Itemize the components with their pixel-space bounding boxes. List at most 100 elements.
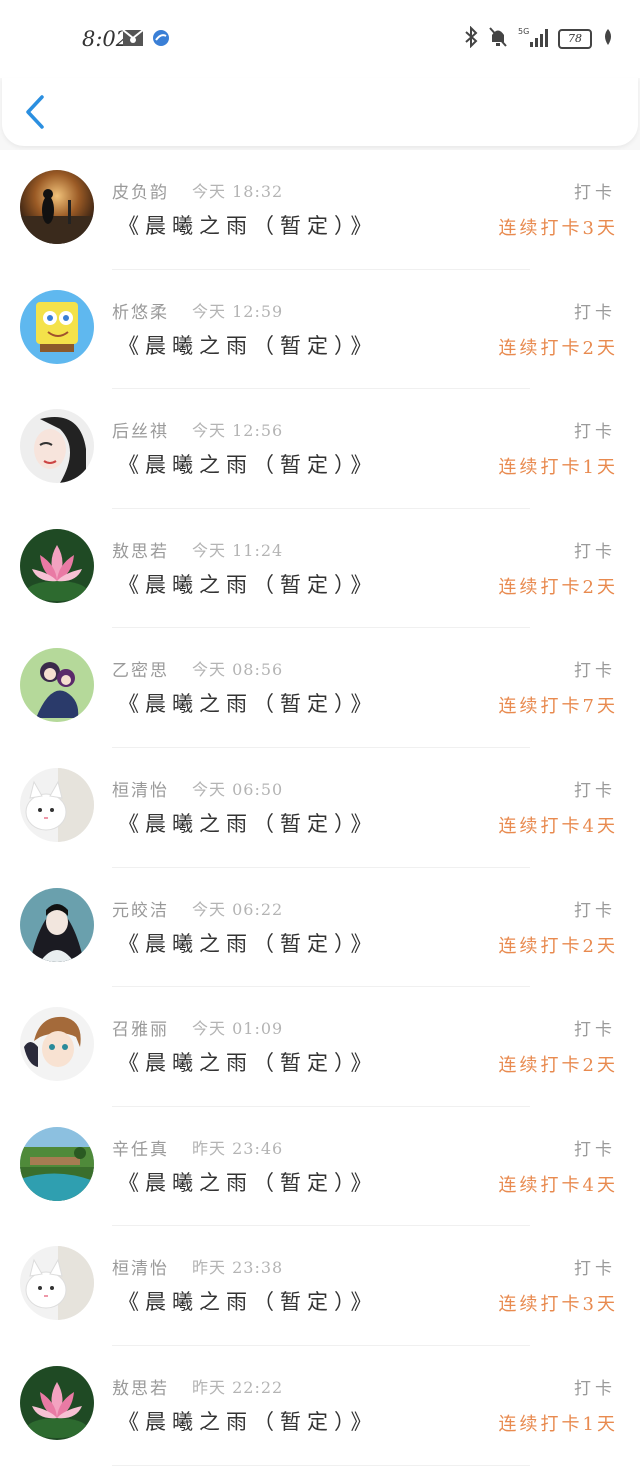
- avatar-white-cat[interactable]: [20, 767, 94, 842]
- row-divider: [112, 1464, 530, 1466]
- avatar-image: [20, 887, 94, 962]
- avatar-image: [20, 1007, 94, 1082]
- book-title: 《晨曦之雨（暂定）》: [118, 811, 378, 836]
- checkin-time: 今天 12:56: [192, 421, 284, 441]
- checkin-action-label: 打卡: [574, 1378, 616, 1399]
- checkin-action-label: 打卡: [574, 183, 616, 203]
- streak-badge: 连续打卡3天: [498, 1294, 618, 1316]
- book-title: 《晨曦之雨（暂定）》: [118, 931, 378, 956]
- user-name: 乙密思: [112, 661, 169, 682]
- bluetooth-icon: [464, 25, 478, 52]
- avatar-image: [20, 1126, 94, 1201]
- avatar-garden-landscape[interactable]: [20, 1126, 94, 1201]
- checkin-time: 今天 06:22: [192, 899, 284, 919]
- list-item[interactable]: 皮负韵 今天 18:32 《晨曦之雨（暂定）》 打卡 连续打卡3天: [0, 150, 640, 270]
- book-title: 《晨曦之雨（暂定）》: [118, 214, 378, 238]
- checkin-action-label: 打卡: [574, 422, 616, 443]
- list-item[interactable]: 桓清怡 昨天 23:38 《晨曦之雨（暂定）》 打卡 连续打卡3天: [0, 1226, 640, 1346]
- avatar-anime-couple[interactable]: [20, 648, 94, 723]
- chevron-left-icon: [26, 95, 44, 129]
- list-item[interactable]: 元皎洁 今天 06:22 《晨曦之雨（暂定）》 打卡 连续打卡2天: [0, 867, 640, 988]
- avatar-cartoon-sponge[interactable]: [20, 289, 94, 364]
- avatar-white-cat[interactable]: [20, 1246, 94, 1321]
- checkin-time: 今天 08:56: [192, 660, 284, 680]
- avatar-image: [20, 1246, 94, 1321]
- user-name: 元皎洁: [112, 900, 169, 921]
- nav-bar: [2, 78, 638, 146]
- user-name: 桓清怡: [112, 780, 169, 801]
- leaf-icon: [602, 28, 614, 50]
- streak-badge: 连续打卡4天: [498, 815, 618, 837]
- avatar-girl-portrait[interactable]: [20, 409, 94, 484]
- checkin-action-label: 打卡: [574, 1139, 616, 1160]
- book-title: 《晨曦之雨（暂定）》: [118, 1290, 378, 1315]
- checkin-action-label: 打卡: [574, 541, 616, 562]
- mute-bell-icon: [488, 26, 508, 52]
- list-item[interactable]: 辛任真 昨天 23:46 《晨曦之雨（暂定）》 打卡 连续打卡4天: [0, 1106, 640, 1227]
- list-item[interactable]: 召雅丽 今天 01:09 《晨曦之雨（暂定）》 打卡 连续打卡2天: [0, 987, 640, 1107]
- streak-badge: 连续打卡1天: [498, 457, 618, 479]
- user-name: 后丝祺: [112, 422, 169, 443]
- checkin-action-label: 打卡: [574, 302, 616, 323]
- checkin-time: 今天 06:50: [192, 779, 284, 799]
- checkin-time: 昨天 23:46: [192, 1138, 284, 1158]
- list-item[interactable]: 敖思若 昨天 22:22 《晨曦之雨（暂定）》 打卡 连续打卡1天: [0, 1345, 640, 1466]
- avatar-image: [20, 767, 94, 842]
- streak-badge: 连续打卡2天: [498, 576, 618, 598]
- avatar-lotus-flower[interactable]: [20, 528, 94, 603]
- list-item[interactable]: 析悠柔 今天 12:59 《晨曦之雨（暂定）》 打卡 连续打卡2天: [0, 269, 640, 390]
- book-title: 《晨曦之雨（暂定）》: [118, 333, 378, 358]
- avatar-anime-boy[interactable]: [20, 1007, 94, 1082]
- user-name: 敖思若: [112, 1378, 169, 1399]
- list-item[interactable]: 后丝祺 今天 12:56 《晨曦之雨（暂定）》 打卡 连续打卡1天: [0, 389, 640, 509]
- checkin-time: 今天 12:59: [192, 301, 284, 321]
- book-title: 《晨曦之雨（暂定）》: [118, 453, 378, 478]
- avatar-image: [20, 648, 94, 723]
- mail-icon: [122, 28, 144, 52]
- checkin-list: 皮负韵 今天 18:32 《晨曦之雨（暂定）》 打卡 连续打卡3天 析悠柔 今天…: [0, 150, 640, 1466]
- streak-badge: 连续打卡2天: [498, 935, 618, 957]
- user-name: 皮负韵: [112, 183, 169, 203]
- checkin-time: 今天 01:09: [192, 1019, 284, 1039]
- avatar-image: [20, 528, 94, 603]
- avatar-image: [20, 409, 94, 484]
- user-name: 召雅丽: [112, 1020, 169, 1041]
- streak-badge: 连续打卡7天: [498, 696, 618, 718]
- avatar-silhouette-sunset[interactable]: [20, 170, 94, 244]
- streak-badge: 连续打卡2天: [498, 337, 618, 359]
- checkin-action-label: 打卡: [574, 1259, 616, 1280]
- book-title: 《晨曦之雨（暂定）》: [118, 1409, 378, 1434]
- user-name: 敖思若: [112, 541, 169, 562]
- book-title: 《晨曦之雨（暂定）》: [118, 1170, 378, 1195]
- back-button[interactable]: [20, 92, 52, 132]
- checkin-time: 今天 18:32: [192, 182, 284, 201]
- list-item[interactable]: 桓清怡 今天 06:50 《晨曦之雨（暂定）》 打卡 连续打卡4天: [0, 747, 640, 868]
- streak-badge: 连续打卡2天: [498, 1055, 618, 1077]
- book-title: 《晨曦之雨（暂定）》: [118, 572, 378, 597]
- svg-text:5G: 5G: [518, 27, 529, 36]
- checkin-action-label: 打卡: [574, 900, 616, 921]
- avatar-anime-swordsman[interactable]: [20, 887, 94, 962]
- browser-icon: [152, 29, 170, 51]
- streak-badge: 连续打卡3天: [498, 218, 618, 239]
- checkin-action-label: 打卡: [574, 1020, 616, 1041]
- book-title: 《晨曦之雨（暂定）》: [118, 1051, 378, 1076]
- status-left-icons: [122, 28, 170, 52]
- avatar-image: [20, 1365, 94, 1440]
- checkin-time: 今天 11:24: [192, 540, 284, 560]
- list-item[interactable]: 乙密思 今天 08:56 《晨曦之雨（暂定）》 打卡 连续打卡7天: [0, 628, 640, 748]
- signal-5g-icon: 5G: [518, 26, 548, 52]
- battery-icon: 78: [558, 29, 592, 49]
- checkin-action-label: 打卡: [574, 661, 616, 682]
- list-item[interactable]: 敖思若 今天 11:24 《晨曦之雨（暂定）》 打卡 连续打卡2天: [0, 508, 640, 629]
- checkin-action-label: 打卡: [574, 780, 616, 801]
- status-right-icons: 5G 78: [464, 25, 614, 52]
- avatar-lotus-flower[interactable]: [20, 1365, 94, 1440]
- book-title: 《晨曦之雨（暂定）》: [118, 692, 378, 717]
- checkin-time: 昨天 22:22: [192, 1377, 284, 1397]
- status-bar: 8:02 5G 78: [0, 0, 640, 78]
- user-name: 桓清怡: [112, 1259, 169, 1280]
- user-name: 辛任真: [112, 1139, 169, 1160]
- avatar-image: [20, 289, 94, 364]
- avatar-image: [20, 170, 94, 244]
